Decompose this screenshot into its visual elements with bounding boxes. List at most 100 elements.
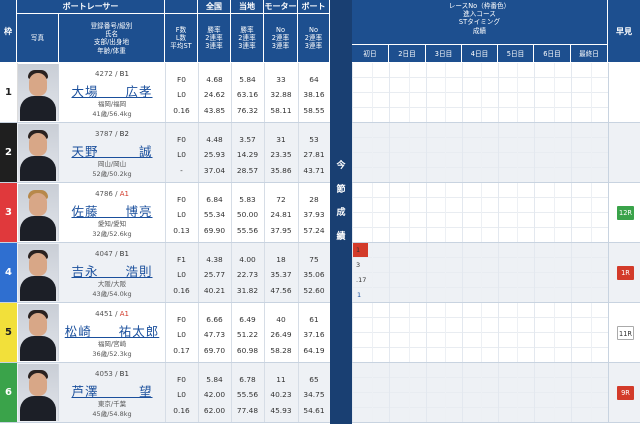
stat-value: 26.49 xyxy=(270,330,292,339)
racer-age-weight: 52歳/50.2kg xyxy=(92,170,132,178)
day-header: 最終日 xyxy=(571,45,608,63)
stat-col-zen: 5.84 42.00 62.00 xyxy=(198,363,231,422)
day-cell xyxy=(534,63,572,122)
entry-course: 3 xyxy=(356,261,361,269)
stat-value: 6.49 xyxy=(239,315,256,324)
racer-reg: 4272 / B1 xyxy=(59,70,165,78)
racer-reg: 3787 / B2 xyxy=(59,130,165,138)
stat-col-mot: 33 32.88 58.11 xyxy=(264,63,298,122)
l-count: L0 xyxy=(177,390,186,399)
stat-value: 27.81 xyxy=(303,150,325,159)
racer-row: 1 4272 / B1 大場 広孝 福岡/福岡 41歳/56.4kg F0 L0 0… xyxy=(0,63,352,123)
header-zenkoku-label: 全国 xyxy=(206,2,222,11)
day-header-label: 5日目 xyxy=(506,50,525,58)
waku-number: 2 xyxy=(0,123,17,182)
reg-number: 4451 / xyxy=(95,310,120,318)
stat-value: 50.00 xyxy=(236,210,259,219)
racer-branch: 岡山/岡山 xyxy=(97,160,127,168)
day-header-label: 初日 xyxy=(363,50,377,58)
racer-age-weight: 32歳/52.6kg xyxy=(92,230,132,238)
stat-value: 5.84 xyxy=(206,375,223,384)
hayami-race-link[interactable]: 1R xyxy=(617,266,634,280)
day-cell xyxy=(462,63,499,122)
l-count: L0 xyxy=(177,270,186,279)
stat-col-boa: 75 35.06 52.60 xyxy=(298,243,330,302)
stat-value: 65 xyxy=(309,375,319,384)
l-count: L0 xyxy=(177,150,186,159)
stat-value: 4.68 xyxy=(206,75,223,84)
day-cell xyxy=(498,183,535,242)
day-cell xyxy=(352,63,390,122)
day-header-label: 6日目 xyxy=(543,50,561,58)
day-header: 5日目 xyxy=(498,45,534,63)
day-cell xyxy=(534,123,572,182)
day-cell xyxy=(498,243,535,302)
racer-info: 4053 / B1 芦澤 望 東京/千葉 45歳/54.8kg xyxy=(59,363,165,422)
stat-value: 24.81 xyxy=(270,210,292,219)
racer-reg: 4451 / A1 xyxy=(59,310,165,318)
header-touchi-sub: 勝率 2連率 3連率 xyxy=(231,14,264,63)
stat-value: 37.04 xyxy=(203,166,226,175)
racer-info: 4272 / B1 大場 広孝 福岡/福岡 41歳/56.4kg xyxy=(59,63,165,122)
stat-value: 42.00 xyxy=(203,390,226,399)
stat-value: 63.16 xyxy=(236,90,259,99)
waku-number: 5 xyxy=(0,303,17,362)
stat-col-fls: F0 L0 - xyxy=(165,123,198,182)
stat-value: 6.78 xyxy=(239,375,256,384)
stat-col-mot: 40 26.49 58.28 xyxy=(264,303,298,362)
stat-value: 37.16 xyxy=(303,330,325,339)
stat-value: 22.73 xyxy=(236,270,259,279)
header-info-line: 支部/出身地 xyxy=(93,38,130,47)
stat-value: 31 xyxy=(276,135,286,144)
stat-value: 43.71 xyxy=(303,166,325,175)
stat-col-zen: 6.84 55.34 69.90 xyxy=(198,183,231,242)
racer-photo xyxy=(18,364,59,421)
header-f-blank xyxy=(165,0,198,14)
day-cell xyxy=(352,183,390,242)
header-boat-line: No xyxy=(309,26,318,34)
day-cell xyxy=(389,363,427,422)
finish-result: 1 xyxy=(357,291,362,299)
stat-value: 40.21 xyxy=(203,286,226,295)
f-count: F0 xyxy=(177,315,186,324)
waku-number: 3 xyxy=(0,183,17,242)
f-count: F0 xyxy=(177,375,186,384)
header-racer: ボートレーサー xyxy=(17,0,165,14)
racer-age-weight: 45歳/54.8kg xyxy=(92,410,132,418)
hayami-race-link[interactable]: 12R xyxy=(617,206,634,220)
stat-value: 28.57 xyxy=(236,166,259,175)
stat-value: 25.93 xyxy=(203,150,226,159)
day-header-label: 3日目 xyxy=(434,50,453,58)
avg-st: 0.16 xyxy=(173,286,190,295)
current-series-band: 今 節 成 績 xyxy=(330,0,352,424)
l-count: L0 xyxy=(177,330,186,339)
hayami-race-link[interactable]: 9R xyxy=(617,386,634,400)
stat-value: 43.85 xyxy=(203,106,226,115)
day-cell xyxy=(462,363,499,422)
day-cell xyxy=(498,363,535,422)
stat-value: 18 xyxy=(276,255,286,264)
f-count: F0 xyxy=(177,195,186,204)
day-cell xyxy=(571,363,609,422)
stat-value: 60.98 xyxy=(236,346,259,355)
band-char: 績 xyxy=(336,231,346,242)
hayami-race-link[interactable]: 11R xyxy=(617,326,634,340)
racer-info: 4451 / A1 松崎 祐太郎 福岡/宮崎 36歳/52.3kg xyxy=(59,303,165,362)
st-timing: .17 xyxy=(356,276,367,284)
stat-col-zen: 4.68 24.62 43.85 xyxy=(198,63,231,122)
racer-info: 4047 / B1 吉永 浩則 大阪/大阪 43歳/54.0kg xyxy=(59,243,165,302)
header-touchi-line: 3連率 xyxy=(238,42,256,51)
stat-value: 57.24 xyxy=(303,226,325,235)
header-hayami: 早見 xyxy=(608,0,640,63)
band-char: 今 xyxy=(336,161,346,171)
stat-value: 32.88 xyxy=(270,90,292,99)
day-header: 3日目 xyxy=(426,45,462,63)
stat-col-boa: 64 38.16 58.55 xyxy=(298,63,330,122)
l-count: L0 xyxy=(177,90,186,99)
racer-info: 3787 / B2 天野 誠 岡山/岡山 52歳/50.2kg xyxy=(59,123,165,182)
header-motor-line: No xyxy=(276,26,285,34)
racer-class: A1 xyxy=(119,310,129,318)
racer-reg: 4053 / B1 xyxy=(59,370,165,378)
header-zenkoku-line: 3連率 xyxy=(205,42,223,51)
header-boat-label: ボート xyxy=(301,2,326,11)
